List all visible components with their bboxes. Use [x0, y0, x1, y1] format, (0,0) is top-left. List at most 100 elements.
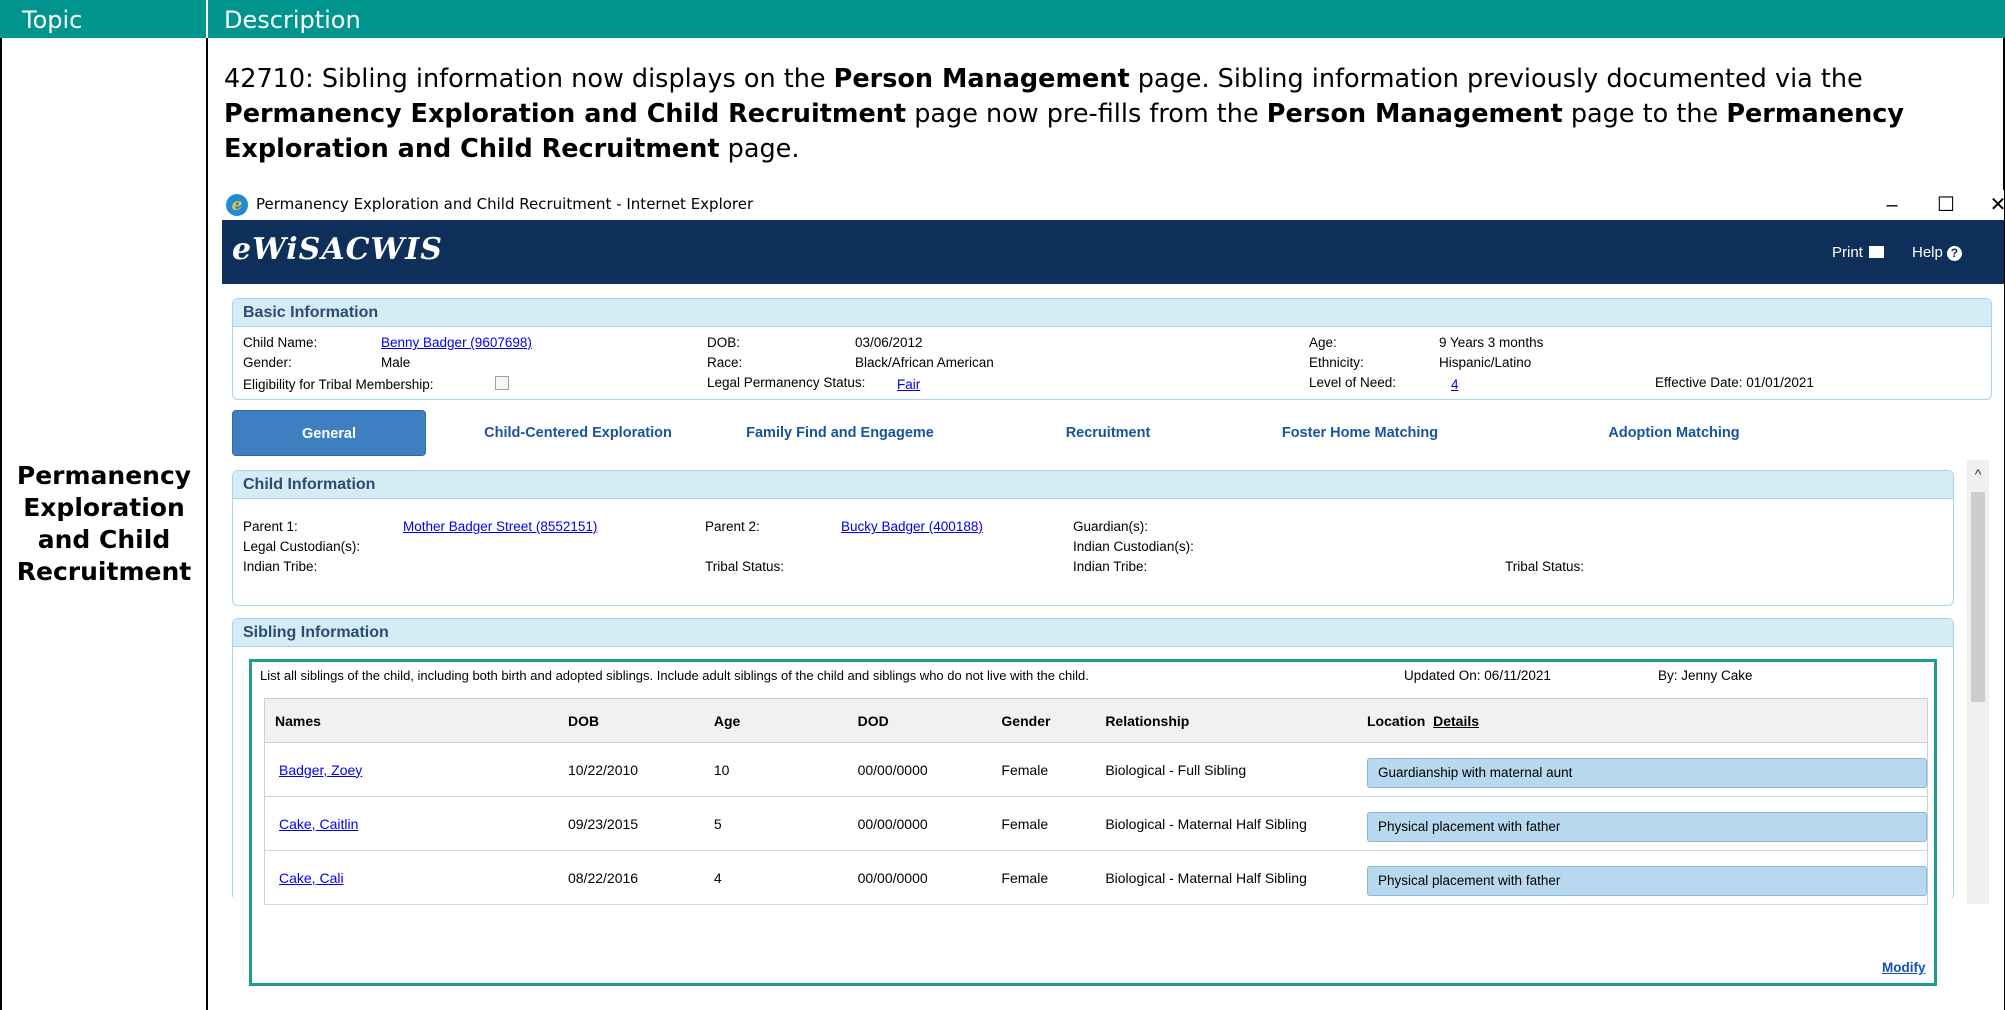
- col-gender: Gender: [991, 698, 1096, 743]
- window-titlebar: e Permanency Exploration and Child Recru…: [222, 190, 2004, 220]
- sibling-dob: 08/22/2016: [557, 850, 704, 905]
- tab-general[interactable]: General: [232, 410, 426, 456]
- level-of-need-label: Level of Need:: [1309, 375, 1397, 390]
- tab-recruitment[interactable]: Recruitment: [1008, 410, 1208, 456]
- dob-label: DOB:: [707, 335, 741, 350]
- sibling-location-field[interactable]: Guardianship with maternal aunt: [1367, 757, 1927, 788]
- tribal-eligibility-checkbox[interactable]: [495, 376, 509, 390]
- sibling-dod: 00/00/0000: [847, 742, 992, 797]
- details-link[interactable]: Details: [1433, 713, 1479, 729]
- tab-content-scroll-area: Child Information Parent 1: Mother Badge…: [222, 460, 2004, 986]
- sibling-location-field[interactable]: Physical placement with father: [1367, 811, 1927, 842]
- sibling-dob: 09/23/2015: [557, 796, 704, 851]
- child-name-link[interactable]: Benny Badger (9607698): [381, 335, 532, 350]
- printer-icon: [1868, 246, 1884, 258]
- tab-child-centered-exploration[interactable]: Child-Centered Exploration: [458, 410, 698, 456]
- col-location: Location Details: [1357, 698, 1928, 743]
- sibling-gender: Female: [991, 850, 1096, 905]
- level-of-need-link[interactable]: 4: [1451, 377, 1459, 392]
- legal-custodian-label: Legal Custodian(s):: [243, 539, 361, 554]
- print-link[interactable]: Print: [1832, 244, 1884, 261]
- race-value: Black/African American: [855, 355, 994, 370]
- tab-label: Family Find and Engageme: [746, 425, 934, 441]
- tab-label: General: [302, 426, 356, 442]
- desc-bold: Person Management: [833, 64, 1130, 94]
- topic-line: and Child: [37, 525, 171, 554]
- tab-label: Adoption Matching: [1608, 425, 1740, 441]
- desc-bold: Person Management: [1266, 99, 1563, 129]
- sibling-age: 10: [703, 742, 848, 797]
- help-link[interactable]: Help?: [1912, 244, 1962, 261]
- guardian-label: Guardian(s):: [1073, 519, 1149, 534]
- sibling-dod: 00/00/0000: [847, 796, 992, 851]
- print-label: Print: [1832, 244, 1863, 261]
- col-relationship: Relationship: [1095, 698, 1357, 743]
- close-button[interactable]: ✕: [1978, 192, 2004, 218]
- parent1-link[interactable]: Mother Badger Street (8552151): [403, 519, 597, 534]
- sibling-updated-by: By: Jenny Cake: [1658, 668, 1753, 683]
- sibling-relationship: Biological - Maternal Half Sibling: [1095, 796, 1357, 851]
- maximize-button[interactable]: ☐: [1926, 192, 1966, 218]
- age-value: 9 Years 3 months: [1439, 335, 1544, 350]
- table-row: Cake, Cali 08/22/2016 4 00/00/0000 Femal…: [264, 850, 1928, 905]
- indian-tribe-label: Indian Tribe:: [243, 559, 318, 574]
- sibling-relationship: Biological - Maternal Half Sibling: [1095, 850, 1357, 905]
- sibling-age: 4: [703, 850, 848, 905]
- legal-permanency-link[interactable]: Fair: [897, 377, 920, 392]
- description-text: 42710: Sibling information now displays …: [224, 62, 1994, 167]
- doc-table-header: Topic Description: [0, 0, 2005, 38]
- sibling-table: Names DOB Age DOD Gender Relationship Lo…: [264, 698, 1928, 905]
- topic-line: Exploration: [23, 493, 185, 522]
- header-description: Description: [224, 6, 361, 34]
- tribal-eligibility-label: Eligibility for Tribal Membership:: [243, 377, 434, 392]
- tribal-status-label: Tribal Status:: [705, 559, 785, 574]
- sibling-age: 5: [703, 796, 848, 851]
- desc-part: 42710: Sibling information now displays …: [224, 64, 834, 94]
- col-dod: DOD: [847, 698, 992, 743]
- desc-part: page now pre-fills from the: [906, 99, 1267, 129]
- tab-label: Child-Centered Exploration: [484, 425, 672, 441]
- header-divider: [206, 0, 208, 38]
- topic-line: Recruitment: [16, 557, 192, 586]
- legal-permanency-label: Legal Permanency Status:: [707, 375, 866, 390]
- desc-part: page. Sibling information previously doc…: [1129, 64, 1863, 94]
- col-dob: DOB: [557, 698, 704, 743]
- desc-part: page to the: [1562, 99, 1727, 129]
- topic-line: Permanency: [16, 461, 192, 490]
- sibling-location-field[interactable]: Physical placement with father: [1367, 865, 1927, 896]
- tab-foster-home-matching[interactable]: Foster Home Matching: [1230, 410, 1490, 456]
- col-age: Age: [703, 698, 848, 743]
- table-header-row: Names DOB Age DOD Gender Relationship Lo…: [264, 698, 1928, 743]
- tribal-status-label-2: Tribal Status:: [1505, 559, 1585, 574]
- desc-bold: Permanency Exploration and Child Recruit…: [224, 99, 907, 129]
- sibling-name-link[interactable]: Cake, Caitlin: [279, 816, 358, 832]
- scroll-thumb[interactable]: [1971, 492, 1985, 702]
- child-information-panel: Child Information Parent 1: Mother Badge…: [232, 470, 1954, 606]
- header-topic: Topic: [22, 6, 83, 34]
- tab-family-find-and-engagement[interactable]: Family Find and Engageme: [720, 410, 960, 456]
- sibling-name-link[interactable]: Badger, Zoey: [279, 762, 362, 778]
- sibling-dob: 10/22/2010: [557, 742, 704, 797]
- sibling-instruction: List all siblings of the child, includin…: [260, 668, 1089, 683]
- minimize-button[interactable]: –: [1872, 192, 1912, 218]
- sibling-updated-on: Updated On: 06/11/2021: [1404, 668, 1551, 683]
- tab-label: Recruitment: [1065, 425, 1151, 441]
- tab-label: Foster Home Matching: [1281, 425, 1439, 441]
- sibling-gender: Female: [991, 796, 1096, 851]
- app-logo: eWiSACWIS: [232, 232, 443, 267]
- parent2-link[interactable]: Bucky Badger (400188): [841, 519, 983, 534]
- tab-adoption-matching[interactable]: Adoption Matching: [1534, 410, 1814, 456]
- effective-date: Effective Date: 01/01/2021: [1655, 375, 1814, 390]
- sibling-relationship: Biological - Full Sibling: [1095, 742, 1357, 797]
- dob-value: 03/06/2012: [855, 335, 923, 350]
- table-border-middle: [206, 38, 208, 1010]
- ie-window: e Permanency Exploration and Child Recru…: [222, 190, 2004, 1010]
- scroll-up-icon[interactable]: ^: [1969, 462, 1987, 486]
- vertical-scrollbar[interactable]: ^: [1967, 460, 1989, 904]
- topic-cell: Permanency Exploration and Child Recruit…: [2, 460, 206, 588]
- gender-label: Gender:: [243, 355, 292, 370]
- parent1-label: Parent 1:: [243, 519, 298, 534]
- sibling-information-panel: Sibling Information List all siblings of…: [232, 618, 1954, 986]
- modify-link[interactable]: Modify: [1882, 960, 1926, 975]
- sibling-name-link[interactable]: Cake, Cali: [279, 870, 344, 886]
